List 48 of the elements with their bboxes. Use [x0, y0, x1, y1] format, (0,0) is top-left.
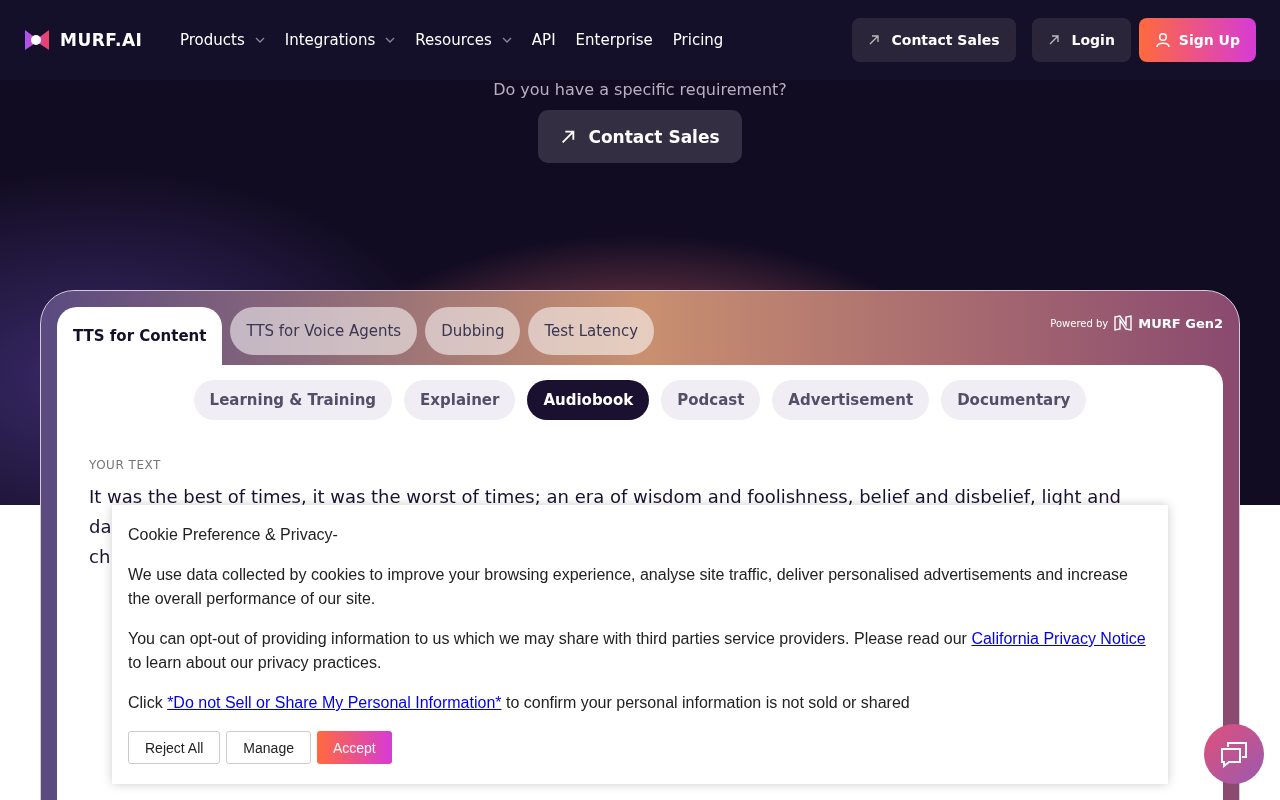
reject-all-button[interactable]: Reject All — [128, 731, 221, 764]
category-chip[interactable]: Learning & Training — [193, 380, 393, 420]
brand-name[interactable]: MURF.AI — [60, 30, 143, 50]
contact-sales-button[interactable]: Contact Sales — [851, 18, 1016, 62]
arrow-icon — [560, 128, 577, 145]
tab[interactable]: Dubbing — [425, 307, 521, 355]
chevron-down-icon — [254, 37, 265, 43]
cookie-paragraph: You can opt-out of providing information to us which we may share with third parties service providers. Please read our California Privacy Notice to learn about our privacy practices. — [128, 629, 1147, 673]
category-chip[interactable]: Explainer — [404, 380, 516, 420]
sign-up-button[interactable]: Sign Up — [1138, 18, 1256, 62]
accept-button[interactable]: Accept — [316, 731, 392, 764]
sample-text: It was the best of times, it was the worst of times; an era of wisdom and foolishness, belief and disbelief, light and — [89, 486, 1122, 507]
nav-link[interactable]: Resources — [415, 31, 512, 49]
sample-text: ch — [89, 546, 111, 567]
cookie-paragraph: Click *Do not Sell or Share My Personal Information* to confirm your personal information is not sold or shared — [128, 693, 911, 713]
cookie-paragraph: We use data collected by cookies to improve your browsing experience, analyse site traffic, deliver personalised advertisements and increase the overall performance of our site. — [128, 565, 1129, 609]
requirement-question: Do you have a specific requirement? — [493, 80, 787, 100]
cookie-title: Cookie Preference & Privacy- — [128, 525, 339, 545]
nav-link[interactable]: Products — [180, 31, 265, 49]
privacy-notice-link[interactable]: California Privacy Notice — [971, 630, 1146, 647]
do-not-sell-link[interactable]: *Do not Sell or Share My Personal Information* — [167, 694, 502, 711]
tab[interactable]: TTS for Voice Agents — [230, 307, 418, 355]
nav-link[interactable]: Integrations — [284, 31, 396, 49]
user-icon — [1154, 32, 1171, 48]
manage-button[interactable]: Manage — [226, 731, 311, 764]
nav-link[interactable]: Enterprise — [575, 31, 653, 49]
tab[interactable]: TTS for Content — [57, 307, 223, 365]
category-chip[interactable]: Advertisement — [772, 380, 930, 420]
category-chip[interactable]: Audiobook — [527, 380, 650, 420]
tab[interactable]: Test Latency — [528, 307, 655, 355]
category-chip[interactable]: Documentary — [941, 380, 1087, 420]
chat-icon — [1219, 740, 1249, 768]
powered-by-label: Powered by — [1050, 317, 1109, 329]
nav-link[interactable]: API — [531, 31, 556, 49]
text-label: YOUR TEXT — [89, 458, 162, 472]
category-chip[interactable]: Podcast — [661, 380, 761, 420]
login-button[interactable]: Login — [1031, 18, 1131, 62]
engine-name: MURF Gen2 — [1138, 315, 1223, 331]
nav-link[interactable]: Pricing — [672, 31, 724, 49]
chevron-down-icon — [385, 37, 396, 43]
arrow-icon — [867, 34, 880, 46]
contact-sales-button[interactable]: Contact Sales — [538, 110, 742, 163]
sample-text: da — [89, 516, 112, 537]
logo-icon — [1114, 315, 1133, 331]
logo-icon — [24, 28, 50, 52]
arrow-icon — [1047, 34, 1060, 46]
chevron-down-icon — [501, 37, 512, 43]
chat-button[interactable] — [1204, 724, 1264, 784]
